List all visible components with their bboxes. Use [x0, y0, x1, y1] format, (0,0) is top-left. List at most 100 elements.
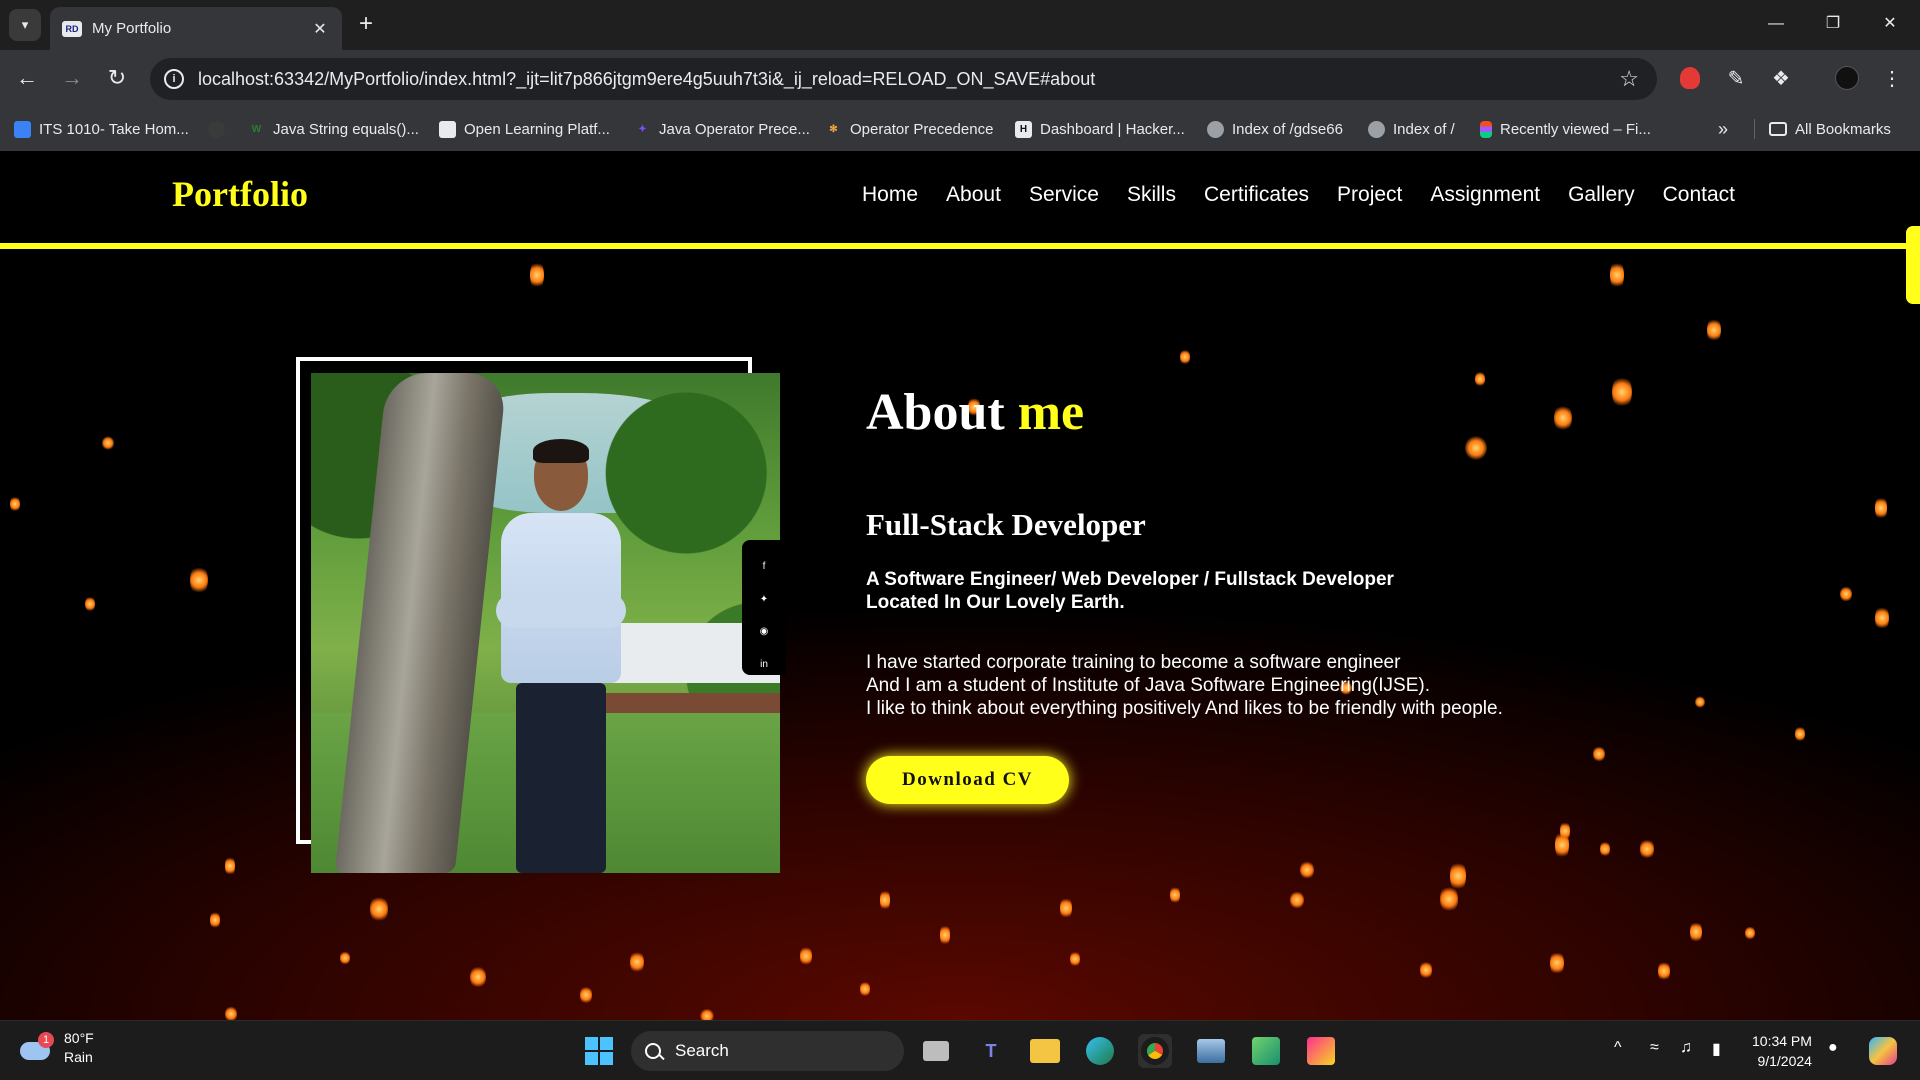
linkedin-icon[interactable]: in: [758, 659, 770, 671]
close-icon[interactable]: ✕: [310, 19, 330, 39]
ember-particle: [1070, 951, 1080, 967]
browser-chrome: ▾ RD My Portfolio ✕ + — ❐ ✕ ← → ↻ i loca…: [0, 0, 1920, 151]
bookmark-item[interactable]: Recently viewed – Fi...: [1480, 119, 1651, 139]
nav-certificates[interactable]: Certificates: [1204, 183, 1309, 207]
more-bookmarks-icon[interactable]: »: [1718, 119, 1728, 139]
rain-cloud-icon: 1: [20, 1032, 54, 1062]
file-explorer-icon[interactable]: [1028, 1034, 1062, 1068]
tagline-line-2: Located In Our Lovely Earth.: [866, 592, 1125, 613]
browser-menu-icon[interactable]: ⋮: [1878, 64, 1906, 92]
bio-line-3: I like to think about everything positiv…: [866, 698, 1503, 719]
back-button[interactable]: ←: [13, 64, 41, 92]
tab-search-button[interactable]: ▾: [9, 9, 41, 41]
nav-service[interactable]: Service: [1029, 183, 1099, 207]
nav-project[interactable]: Project: [1337, 183, 1402, 207]
folder-icon: [1769, 122, 1787, 136]
nav-skills[interactable]: Skills: [1127, 183, 1176, 207]
star-icon[interactable]: ☆: [1619, 66, 1639, 92]
windows-taskbar: 1 80°F Rain Search T ^ ≈ ♫ ▮ 10:34 PM 9/…: [0, 1020, 1920, 1080]
github-icon: [208, 120, 225, 138]
task-view-icon[interactable]: [919, 1034, 953, 1068]
tagline-line-1: A Software Engineer/ Web Developer / Ful…: [866, 569, 1394, 590]
nav-assignment[interactable]: Assignment: [1430, 183, 1540, 207]
ember-particle: [1554, 405, 1572, 431]
new-tab-button[interactable]: +: [354, 12, 378, 36]
photos-icon[interactable]: [1194, 1034, 1228, 1068]
teams-icon[interactable]: T: [974, 1034, 1008, 1068]
ember-particle: [800, 946, 812, 966]
page-viewport: Portfolio Home About Service Skills Cert…: [0, 151, 1920, 1020]
tab-favicon-icon: RD: [62, 20, 82, 37]
reload-button[interactable]: ↻: [103, 64, 131, 92]
copilot-icon[interactable]: [1866, 1034, 1900, 1068]
bookmark-item[interactable]: ✻ Operator Precedence: [825, 119, 993, 139]
ember-particle: [1440, 886, 1458, 912]
adblock-extension-icon[interactable]: [1676, 64, 1704, 92]
facebook-icon[interactable]: f: [758, 561, 770, 573]
scrollbar-thumb[interactable]: [1906, 226, 1920, 304]
bookmark-item[interactable]: W Java String equals()...: [248, 119, 419, 139]
ember-particle: [860, 981, 870, 997]
site-nav: Home About Service Skills Certificates P…: [862, 183, 1735, 207]
bookmark-item[interactable]: [208, 119, 233, 139]
ember-particle: [1695, 696, 1705, 708]
snipping-tool-icon[interactable]: [1249, 1034, 1283, 1068]
nav-about[interactable]: About: [946, 183, 1001, 207]
bookmark-item[interactable]: ✦ Java Operator Prece...: [634, 119, 810, 139]
chrome-icon[interactable]: [1138, 1034, 1172, 1068]
ember-particle: [1290, 891, 1304, 909]
clock-time: 10:34 PM: [1752, 1033, 1812, 1049]
figma-icon: [1480, 120, 1492, 138]
site-info-icon[interactable]: i: [164, 69, 184, 89]
chevron-up-icon[interactable]: ^: [1614, 1039, 1622, 1057]
restore-button[interactable]: ❐: [1813, 10, 1853, 38]
weather-text: 80°F Rain: [64, 1029, 94, 1067]
taskbar-clock[interactable]: 10:34 PM 9/1/2024: [1752, 1031, 1812, 1071]
brand-logo[interactable]: Portfolio: [172, 173, 308, 215]
nav-gallery[interactable]: Gallery: [1568, 183, 1635, 207]
minimize-button[interactable]: —: [1756, 10, 1796, 38]
windows-start-icon[interactable]: [582, 1034, 616, 1068]
bookmark-item[interactable]: Index of /gdse66: [1207, 119, 1343, 139]
bookmark-item[interactable]: H Dashboard | Hacker...: [1015, 119, 1185, 139]
tab-my-portfolio[interactable]: RD My Portfolio ✕: [50, 7, 342, 50]
wifi-icon[interactable]: ≈: [1650, 1039, 1659, 1057]
weather-widget[interactable]: 1 80°F Rain: [20, 1029, 94, 1067]
bio-line-1: I have started corporate training to bec…: [866, 652, 1401, 673]
download-cv-button[interactable]: Download CV: [866, 756, 1069, 804]
address-bar[interactable]: i localhost:63342/MyPortfolio/index.html…: [150, 58, 1657, 100]
ember-particle: [340, 951, 350, 965]
color-picker-icon[interactable]: ✎: [1722, 64, 1750, 92]
volume-icon[interactable]: ♫: [1680, 1039, 1692, 1057]
ember-particle: [530, 261, 544, 289]
ember-particle: [1795, 726, 1805, 742]
notification-bell-icon[interactable]: ●: [1828, 1039, 1838, 1057]
chevron-down-icon: ▾: [21, 17, 29, 32]
ember-particle: [225, 1006, 237, 1020]
browser-toolbar: ← → ↻ i localhost:63342/MyPortfolio/inde…: [0, 50, 1920, 107]
intellij-icon[interactable]: [1304, 1034, 1338, 1068]
forward-button[interactable]: →: [58, 64, 86, 92]
bookmark-item[interactable]: Index of /: [1368, 119, 1455, 139]
ember-particle: [1180, 349, 1190, 365]
twitter-icon[interactable]: ✦: [758, 594, 770, 606]
ember-particle: [1745, 926, 1755, 940]
ember-particle: [1300, 861, 1314, 879]
nav-contact[interactable]: Contact: [1663, 183, 1735, 207]
ember-particle: [1707, 318, 1721, 342]
clock-date: 9/1/2024: [1757, 1053, 1812, 1069]
site-header: Portfolio Home About Service Skills Cert…: [0, 151, 1920, 243]
bookmark-item[interactable]: ITS 1010- Take Hom...: [14, 119, 189, 139]
profile-avatar[interactable]: [1833, 64, 1861, 92]
about-heading-main: About: [866, 384, 1005, 441]
edge-icon[interactable]: [1083, 1034, 1117, 1068]
taskbar-search[interactable]: Search: [631, 1031, 904, 1071]
extensions-puzzle-icon[interactable]: ❖: [1767, 64, 1795, 92]
close-window-button[interactable]: ✕: [1870, 10, 1910, 38]
ember-particle: [225, 856, 235, 876]
nav-home[interactable]: Home: [862, 183, 918, 207]
github-icon[interactable]: ◉: [758, 626, 770, 638]
all-bookmarks-button[interactable]: All Bookmarks: [1754, 119, 1891, 139]
battery-icon[interactable]: ▮: [1712, 1039, 1721, 1059]
bookmark-item[interactable]: Open Learning Platf...: [439, 119, 610, 139]
